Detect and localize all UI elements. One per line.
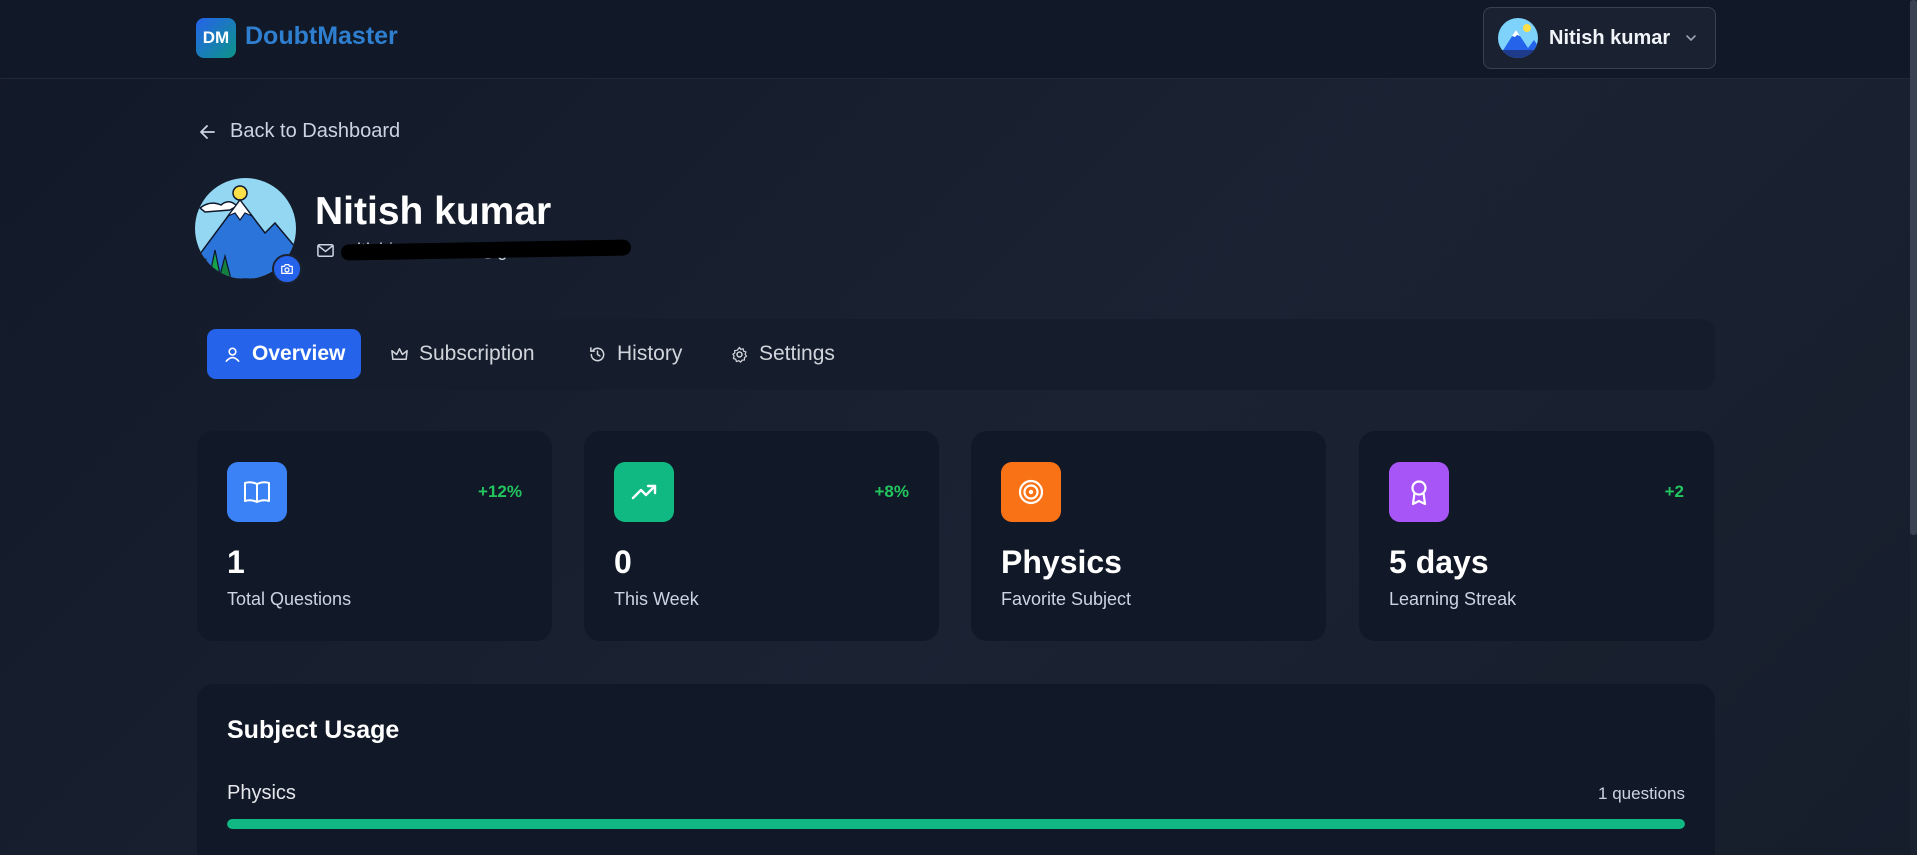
stat-label: Learning Streak	[1389, 589, 1517, 609]
top-navbar: DM DoubtMaster Nitish kumar	[0, 0, 1917, 79]
email-row: nitishkumar7890@gmail.com	[316, 240, 579, 261]
back-link-label: Back to Dashboard	[230, 120, 401, 142]
change-photo-button[interactable]	[272, 254, 302, 284]
tab-subscription[interactable]: Subscription	[374, 329, 551, 379]
tab-history[interactable]: History	[572, 329, 698, 379]
stat-value: 0	[614, 544, 632, 580]
user-avatar	[1498, 18, 1538, 58]
stat-delta: +12%	[478, 482, 522, 501]
stat-card-learning-streak: +2 5 days Learning Streak	[1359, 431, 1714, 641]
subject-usage-panel: Subject Usage Physics 1 questions	[197, 684, 1715, 855]
camera-icon	[281, 264, 293, 274]
profile-name: Nitish kumar	[315, 190, 552, 233]
user-menu-button[interactable]: Nitish kumar	[1483, 7, 1716, 69]
stat-value: 1	[227, 544, 245, 580]
stat-delta: +8%	[874, 482, 910, 501]
user-icon	[225, 347, 240, 362]
stat-label: This Week	[614, 589, 699, 609]
tab-overview[interactable]: Overview	[207, 329, 362, 379]
subject-progress-track	[227, 819, 1685, 829]
target-icon	[1001, 462, 1061, 522]
user-menu-name: Nitish kumar	[1549, 26, 1671, 49]
mail-icon	[317, 244, 334, 257]
logo-badge[interactable]: DM	[196, 18, 236, 58]
stat-delta: +2	[1664, 482, 1684, 501]
tab-settings[interactable]: Settings	[714, 329, 851, 379]
arrow-left-icon	[200, 124, 215, 139]
subject-count: 1 questions	[1598, 784, 1685, 803]
stat-card-this-week: +8% 0 This Week	[584, 431, 939, 641]
history-icon	[590, 346, 605, 361]
subject-progress-fill	[227, 819, 1685, 829]
stat-label: Total Questions	[227, 589, 352, 609]
app-name[interactable]: DoubtMaster	[245, 22, 398, 51]
scrollbar-thumb[interactable]	[1910, 0, 1917, 535]
chevron-down-icon	[1686, 35, 1696, 42]
stat-card-favorite-subject: Physics Favorite Subject	[971, 431, 1326, 641]
scrollbar-track[interactable]	[1910, 0, 1917, 855]
subject-usage-title: Subject Usage	[227, 716, 400, 744]
award-icon	[1389, 462, 1449, 522]
crown-icon	[391, 347, 408, 360]
stat-label: Favorite Subject	[1001, 589, 1132, 609]
tab-settings-label: Settings	[759, 342, 835, 365]
tab-overview-label: Overview	[252, 342, 346, 365]
tab-history-label: History	[617, 342, 683, 365]
subject-name: Physics	[227, 782, 296, 804]
trending-up-icon	[614, 462, 674, 522]
stat-value: Physics	[1001, 544, 1122, 580]
stat-value: 5 days	[1389, 544, 1489, 580]
back-to-dashboard-link[interactable]: Back to Dashboard	[198, 120, 400, 143]
profile-email: nitishkumar7890@gmail.com	[347, 240, 580, 260]
profile-tabs: Overview Subscription History Settings	[197, 319, 1715, 390]
tab-subscription-label: Subscription	[419, 342, 535, 365]
gear-icon	[732, 346, 748, 363]
stat-card-total-questions: +12% 1 Total Questions	[197, 431, 552, 641]
book-open-icon	[227, 462, 287, 522]
